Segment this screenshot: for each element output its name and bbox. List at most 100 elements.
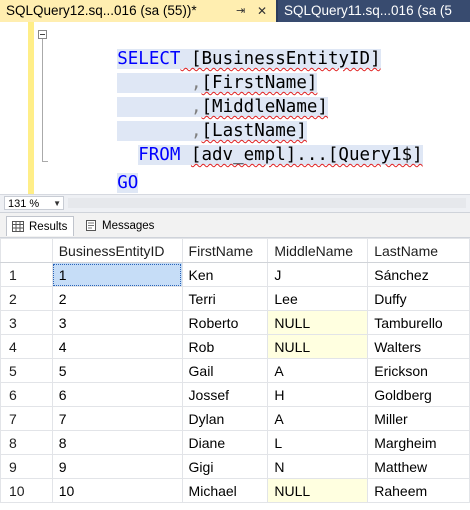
- row-number[interactable]: 7: [0, 406, 53, 431]
- query-editor[interactable]: SELECT [BusinessEntityID] ,[FirstName] ,…: [0, 22, 470, 194]
- grid-cell[interactable]: Tamburello: [367, 310, 470, 335]
- collapse-toggle-icon[interactable]: [38, 30, 47, 39]
- grid-body: 1 1 Ken J Sánchez 2 2 Terri Lee Duffy 3 3 Roberto NUL…: [0, 262, 470, 503]
- grid-cell[interactable]: 3: [51, 310, 183, 335]
- row-number[interactable]: 9: [0, 454, 53, 479]
- table-row[interactable]: 9 9 Gigi N Matthew: [0, 454, 470, 479]
- keyword-go: GO: [117, 173, 139, 193]
- tab-sqlquery11-label: SQLQuery11.sq...016 (sa (5: [284, 3, 452, 18]
- tab-results[interactable]: Results: [6, 216, 74, 236]
- row-number[interactable]: 8: [0, 430, 53, 455]
- grid-cell[interactable]: N: [267, 454, 369, 479]
- close-icon[interactable]: ✕: [257, 0, 267, 22]
- tab-results-label: Results: [29, 221, 68, 233]
- row-number[interactable]: 5: [0, 358, 53, 383]
- code-line-4: ,[LastName]: [54, 95, 307, 141]
- row-number-header[interactable]: [0, 238, 53, 263]
- table-row[interactable]: 5 5 Gail A Erickson: [0, 358, 470, 383]
- grid-cell[interactable]: 2: [51, 286, 183, 311]
- pin-icon[interactable]: ⇥: [236, 0, 245, 22]
- zoom-value: 131 %: [8, 198, 40, 210]
- code-line-5: FROM [adv_empl]...[Query1$]: [75, 119, 423, 165]
- outline-line: [42, 39, 43, 161]
- grid-cell[interactable]: Diane: [181, 430, 269, 455]
- grid-cell[interactable]: 6: [51, 382, 183, 407]
- row-number[interactable]: 10: [0, 478, 53, 503]
- grid-cell[interactable]: NULL: [267, 310, 369, 335]
- keyword-from: FROM: [138, 145, 181, 165]
- row-number[interactable]: 2: [0, 286, 53, 311]
- grid-cell[interactable]: Sánchez: [367, 262, 470, 287]
- grid-cell[interactable]: NULL: [267, 478, 369, 503]
- grid-cell[interactable]: Matthew: [367, 454, 470, 479]
- column-header[interactable]: LastName: [367, 238, 470, 263]
- grid-cell[interactable]: J: [267, 262, 369, 287]
- table-row[interactable]: 6 6 Jossef H Goldberg: [0, 382, 470, 407]
- tab-sqlquery11[interactable]: SQLQuery11.sq...016 (sa (5: [278, 0, 470, 22]
- editor-status-bar: 131 % ▼: [0, 194, 470, 212]
- table-row[interactable]: 2 2 Terri Lee Duffy: [0, 286, 470, 311]
- grid-cell[interactable]: Michael: [181, 478, 269, 503]
- grid-cell[interactable]: NULL: [267, 334, 369, 359]
- grid-icon: [12, 221, 24, 232]
- grid-cell[interactable]: Jossef: [181, 382, 269, 407]
- table-row[interactable]: 1 1 Ken J Sánchez: [0, 262, 470, 287]
- table-reference: [adv_empl]...[Query1$]: [190, 145, 423, 165]
- tab-sqlquery12[interactable]: SQLQuery12.sq...016 (sa (55))* ⇥ ✕: [0, 0, 276, 22]
- code-line-6: GO: [54, 147, 139, 193]
- grid-cell[interactable]: 9: [51, 454, 183, 479]
- grid-cell[interactable]: Roberto: [181, 310, 269, 335]
- column-header[interactable]: FirstName: [181, 238, 269, 263]
- grid-cell[interactable]: Duffy: [367, 286, 470, 311]
- grid-cell[interactable]: Lee: [267, 286, 369, 311]
- code-line-2: ,[FirstName]: [54, 47, 318, 93]
- chevron-down-icon: ▼: [53, 199, 61, 208]
- grid-cell[interactable]: 5: [51, 358, 183, 383]
- outline-end: [42, 161, 48, 162]
- row-number[interactable]: 6: [0, 382, 53, 407]
- grid-cell[interactable]: Walters: [367, 334, 470, 359]
- grid-cell[interactable]: A: [267, 406, 369, 431]
- grid-cell[interactable]: 10: [51, 478, 183, 503]
- zoom-dropdown[interactable]: 131 % ▼: [4, 196, 64, 210]
- column-header[interactable]: MiddleName: [267, 238, 369, 263]
- tab-messages-label: Messages: [102, 220, 155, 232]
- grid-cell[interactable]: 7: [51, 406, 183, 431]
- horizontal-scrollbar[interactable]: [68, 198, 466, 208]
- row-number[interactable]: 1: [0, 262, 53, 287]
- grid-cell[interactable]: Erickson: [367, 358, 470, 383]
- tab-sqlquery12-label: SQLQuery12.sq...016 (sa (55))*: [6, 3, 197, 18]
- grid-cell[interactable]: Gigi: [181, 454, 269, 479]
- table-row[interactable]: 3 3 Roberto NULL Tamburello: [0, 310, 470, 335]
- code-line-1: SELECT [BusinessEntityID]: [54, 23, 381, 69]
- grid-cell[interactable]: Raheem: [367, 478, 470, 503]
- grid-cell[interactable]: Miller: [367, 406, 470, 431]
- table-row[interactable]: 10 10 Michael NULL Raheem: [0, 478, 470, 503]
- column-header[interactable]: BusinessEntityID: [51, 238, 183, 263]
- code-line-3: ,[MiddleName]: [54, 71, 328, 117]
- results-table: BusinessEntityID FirstName MiddleName La…: [0, 238, 470, 503]
- tab-messages[interactable]: Messages: [80, 216, 160, 236]
- grid-cell[interactable]: Ken: [181, 262, 269, 287]
- table-row[interactable]: 4 4 Rob NULL Walters: [0, 334, 470, 359]
- grid-cell[interactable]: A: [267, 358, 369, 383]
- grid-cell[interactable]: Terri: [181, 286, 269, 311]
- row-number[interactable]: 3: [0, 310, 53, 335]
- grid-cell[interactable]: H: [267, 382, 369, 407]
- grid-cell[interactable]: Gail: [181, 358, 269, 383]
- grid-cell[interactable]: 4: [51, 334, 183, 359]
- grid-cell[interactable]: Goldberg: [367, 382, 470, 407]
- grid-cell[interactable]: Margheim: [367, 430, 470, 455]
- row-number[interactable]: 4: [0, 334, 53, 359]
- grid-cell[interactable]: L: [267, 430, 369, 455]
- grid-cell[interactable]: Rob: [181, 334, 269, 359]
- grid-cell[interactable]: Dylan: [181, 406, 269, 431]
- grid-cell[interactable]: 8: [51, 430, 183, 455]
- document-tab-strip: SQLQuery12.sq...016 (sa (55))* ⇥ ✕ SQLQu…: [0, 0, 470, 22]
- changed-lines-marker: [28, 22, 34, 194]
- table-row[interactable]: 7 7 Dylan A Miller: [0, 406, 470, 431]
- table-row[interactable]: 8 8 Diane L Margheim: [0, 430, 470, 455]
- header-row: BusinessEntityID FirstName MiddleName La…: [0, 238, 470, 263]
- results-grid[interactable]: BusinessEntityID FirstName MiddleName La…: [0, 238, 470, 510]
- grid-cell[interactable]: 1: [51, 262, 183, 287]
